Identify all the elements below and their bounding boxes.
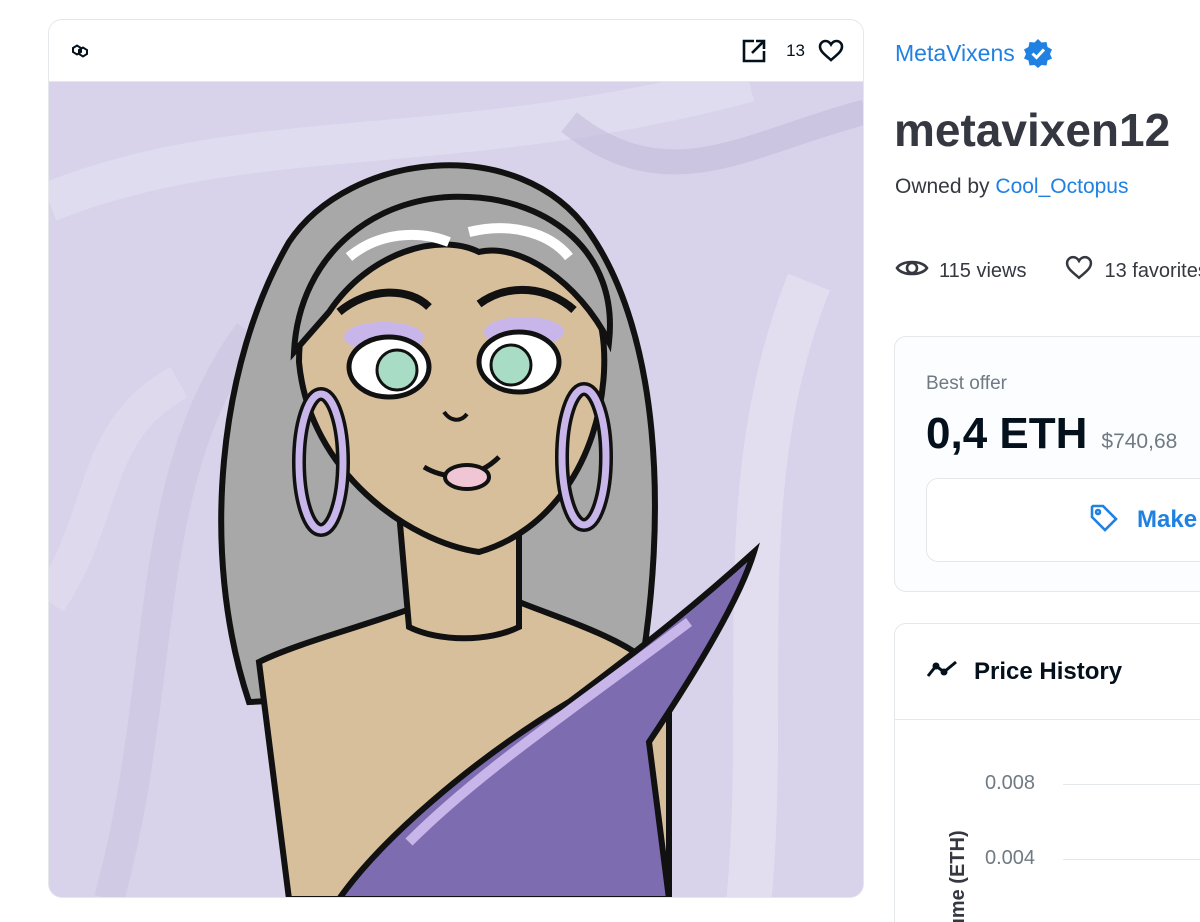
favorites-count: 13 — [786, 40, 805, 60]
make-offer-button[interactable]: Make offer — [926, 478, 1200, 562]
tag-icon — [1089, 503, 1119, 538]
owned-by-label: Owned by — [895, 175, 990, 198]
chart-tick-label: 0.008 — [985, 772, 1036, 794]
media-header: 13 — [49, 20, 863, 82]
make-offer-label: Make offer — [1137, 506, 1200, 533]
polygon-icon[interactable] — [67, 38, 93, 64]
chart-gridline — [1063, 784, 1200, 785]
offer-price: 0,4 ETH $740,68 — [926, 409, 1177, 459]
external-link-icon[interactable] — [740, 37, 768, 65]
price-history-title: Price History — [974, 657, 1123, 685]
favorites-total: 13 favorites — [1104, 259, 1200, 282]
artwork-illustration — [49, 82, 863, 897]
best-offer-card: Best offer 0,4 ETH $740,68 Make offer — [894, 336, 1200, 592]
chart-ylabel: Volume (ETH) — [947, 830, 969, 922]
media-card: 13 — [48, 19, 864, 898]
best-offer-label: Best offer — [926, 373, 1007, 394]
collection-link[interactable]: MetaVixens — [895, 38, 1053, 68]
eye-icon — [895, 257, 929, 285]
heart-outline-icon — [1064, 255, 1094, 287]
offer-price-eth: 0,4 ETH — [926, 409, 1088, 458]
favorites-stat: 13 favorites — [1064, 255, 1200, 287]
stats-row: 115 views 13 favorites — [895, 255, 1200, 287]
nft-title: metavixen12 — [894, 104, 1171, 156]
nft-artwork[interactable] — [49, 82, 863, 897]
owner-link[interactable]: Cool_Octopus — [995, 175, 1128, 198]
heart-icon[interactable] — [817, 37, 845, 65]
price-history-card: Price History Volume (ETH) 0.008 0.004 — [894, 623, 1200, 922]
verified-badge-icon — [1023, 38, 1053, 68]
trend-line-icon — [926, 658, 960, 685]
views-stat: 115 views — [895, 257, 1026, 285]
chart-tick-label: 0.004 — [985, 847, 1036, 869]
media-actions: 13 — [740, 37, 845, 65]
owner-row: Owned by Cool_Octopus — [895, 175, 1128, 199]
views-count: 115 views — [939, 259, 1027, 282]
chart-gridline — [1063, 859, 1200, 860]
price-history-chart: Volume (ETH) 0.008 0.004 — [895, 720, 1200, 922]
price-history-header[interactable]: Price History — [895, 624, 1200, 720]
offer-price-usd: $740,68 — [1101, 430, 1178, 453]
collection-name[interactable]: MetaVixens — [895, 40, 1015, 67]
